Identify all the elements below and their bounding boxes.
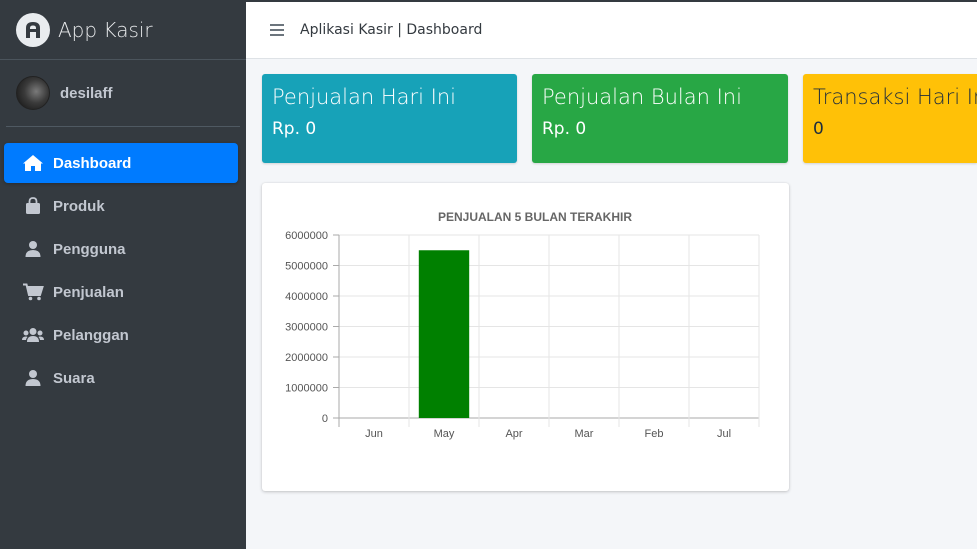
shopping-cart-icon xyxy=(22,282,44,302)
bar-may xyxy=(418,250,470,418)
sales-chart-card: PENJUALAN 5 BULAN TERAKHIR 0 1000000 200000… xyxy=(262,183,789,491)
sidebar: App Kasir desilaff Dashboard Produk Peng… xyxy=(0,0,246,549)
y-tick-label: 2000000 xyxy=(285,352,328,364)
sidebar-item-produk[interactable]: Produk xyxy=(4,186,238,226)
sidebar-item-label: Dashboard xyxy=(53,154,132,172)
x-tick-label: May xyxy=(434,428,455,440)
card-title: Penjualan Bulan Ini xyxy=(542,85,742,109)
users-icon xyxy=(22,325,44,345)
x-tick-label: Feb xyxy=(645,428,664,440)
stat-card-sales-today: Penjualan Hari Ini Rp. 0 xyxy=(262,74,517,163)
app-logo-icon xyxy=(16,12,50,47)
home-icon xyxy=(22,153,44,173)
user-panel[interactable]: desilaff xyxy=(6,60,240,127)
chart-title: PENJUALAN 5 BULAN TERAKHIR xyxy=(438,210,632,224)
x-tick-label: Jul xyxy=(717,428,731,440)
y-tick-label: 5000000 xyxy=(285,261,328,273)
sidebar-item-label: Pelanggan xyxy=(53,326,129,344)
card-value: Rp. 0 xyxy=(272,119,317,139)
app-name: App Kasir xyxy=(58,17,153,42)
card-title: Transaksi Hari Ini xyxy=(813,85,977,109)
user-name: desilaff xyxy=(60,84,113,102)
y-tick-label: 0 xyxy=(322,413,328,425)
sidebar-item-label: Pengguna xyxy=(53,240,126,258)
menu-toggle-icon[interactable] xyxy=(270,24,284,36)
top-navbar: Aplikasi Kasir | Dashboard xyxy=(246,2,977,59)
sidebar-item-dashboard[interactable]: Dashboard xyxy=(4,143,238,183)
x-tick-label: Mar xyxy=(575,428,594,440)
sidebar-item-suara[interactable]: Suara xyxy=(4,358,238,398)
sidebar-item-pelanggan[interactable]: Pelanggan xyxy=(4,315,238,355)
sidebar-item-label: Penjualan xyxy=(53,283,124,301)
avatar xyxy=(16,76,50,110)
page-title: Aplikasi Kasir | Dashboard xyxy=(300,22,483,38)
sidebar-item-pengguna[interactable]: Pengguna xyxy=(4,229,238,269)
brand[interactable]: App Kasir xyxy=(0,0,246,60)
stat-card-transactions-today: Transaksi Hari Ini 0 xyxy=(803,74,977,163)
x-tick-label: Apr xyxy=(505,428,522,440)
y-tick-label: 4000000 xyxy=(285,291,328,303)
sidebar-nav: Dashboard Produk Pengguna Penjualan Pela… xyxy=(0,127,246,398)
sales-bar-chart: PENJUALAN 5 BULAN TERAKHIR 0 1000000 200000… xyxy=(285,210,760,440)
sidebar-item-label: Produk xyxy=(53,197,105,215)
x-tick-label: Jun xyxy=(365,428,383,440)
y-tick-label: 6000000 xyxy=(285,230,328,242)
stat-card-sales-month: Penjualan Bulan Ini Rp. 0 xyxy=(532,74,788,163)
card-value: Rp. 0 xyxy=(542,119,587,139)
user-icon xyxy=(22,368,44,388)
card-value: 0 xyxy=(813,119,824,139)
y-tick-label: 3000000 xyxy=(285,322,328,334)
card-title: Penjualan Hari Ini xyxy=(272,85,456,109)
user-icon xyxy=(22,239,44,259)
shopping-bag-icon xyxy=(22,196,44,216)
sidebar-item-penjualan[interactable]: Penjualan xyxy=(4,272,238,312)
y-tick-label: 1000000 xyxy=(285,383,328,395)
sidebar-item-label: Suara xyxy=(53,369,95,387)
